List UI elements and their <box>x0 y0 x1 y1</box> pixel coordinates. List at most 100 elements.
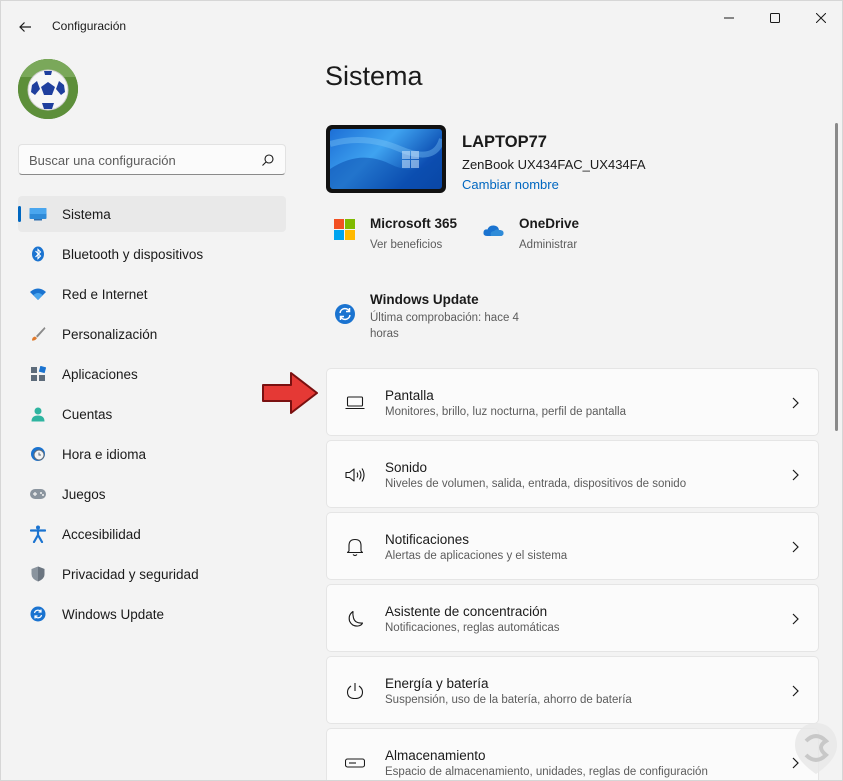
accessibility-icon <box>29 525 47 543</box>
chevron-right-icon <box>792 685 799 697</box>
tile-title: Microsoft 365 <box>370 216 458 231</box>
sidebar-item-bluetooth[interactable]: Bluetooth y dispositivos <box>18 236 286 272</box>
tile-subtitle: Ver beneficios <box>370 239 443 251</box>
search-box[interactable] <box>18 144 286 175</box>
person-icon <box>29 406 47 422</box>
windows-update-tile[interactable]: Windows Update Última comprobación: hace… <box>334 292 544 345</box>
tile-title: Windows Update <box>370 292 479 307</box>
settings-window: Configuración Buscar una configuración S… <box>0 0 843 781</box>
device-model: ZenBook UX434FAC_UX434FA <box>462 157 646 172</box>
device-image <box>326 125 446 193</box>
card-subtitle: Espacio de almacenamiento, unidades, reg… <box>385 766 708 778</box>
card-almacenamiento[interactable]: Almacenamiento Espacio de almacenamiento… <box>326 728 819 780</box>
brush-icon <box>29 326 47 342</box>
close-icon <box>816 13 826 23</box>
tile-title: OneDrive <box>519 216 580 231</box>
sidebar-item-hora[interactable]: Hora e idioma <box>18 436 286 472</box>
sidebar-item-label: Aplicaciones <box>62 367 138 382</box>
chevron-right-icon <box>792 541 799 553</box>
rename-link[interactable]: Cambiar nombre <box>462 177 559 192</box>
sidebar-item-personalizacion[interactable]: Personalización <box>18 316 286 352</box>
card-subtitle: Notificaciones, reglas automáticas <box>385 622 560 634</box>
card-title: Energía y batería <box>385 676 489 691</box>
search-input[interactable] <box>29 151 254 169</box>
speaker-icon <box>344 465 366 485</box>
bluetooth-icon <box>29 246 47 262</box>
card-subtitle: Niveles de volumen, salida, entrada, dis… <box>385 478 687 490</box>
sidebar-item-label: Bluetooth y dispositivos <box>62 247 204 262</box>
cloud-icon <box>483 225 504 236</box>
sidebar-item-cuentas[interactable]: Cuentas <box>18 396 286 432</box>
sidebar-item-juegos[interactable]: Juegos <box>18 476 286 512</box>
chevron-right-icon <box>792 469 799 481</box>
back-button[interactable] <box>11 13 39 41</box>
sidebar-item-red[interactable]: Red e Internet <box>18 276 286 312</box>
sidebar-item-label: Personalización <box>62 327 158 342</box>
title-bar: Configuración <box>1 1 842 51</box>
tile-subtitle: Administrar <box>519 239 578 251</box>
microsoft-365-tile[interactable]: Microsoft 365 Ver beneficios <box>334 216 464 259</box>
scrollbar-thumb[interactable] <box>835 123 838 431</box>
sidebar-item-label: Windows Update <box>62 607 165 622</box>
shield-icon <box>29 566 47 582</box>
card-title: Notificaciones <box>385 532 470 547</box>
sidebar-item-label: Hora e idioma <box>62 447 147 462</box>
sync-icon <box>335 304 355 324</box>
tile-subtitle: Última comprobación: hace 4 <box>370 312 519 324</box>
card-title: Sonido <box>385 460 428 475</box>
chevron-right-icon <box>792 397 799 409</box>
sidebar-item-label: Juegos <box>62 487 106 502</box>
red-arrow-annotation <box>262 372 318 414</box>
card-title: Pantalla <box>385 388 434 403</box>
sidebar-item-windows-update[interactable]: Windows Update <box>18 596 286 632</box>
card-asistente-concentracion[interactable]: Asistente de concentración Notificacione… <box>326 584 819 652</box>
card-energia-bateria[interactable]: Energía y batería Suspensión, uso de la … <box>326 656 819 724</box>
maximize-icon <box>770 13 780 23</box>
page-title: Sistema <box>325 61 423 91</box>
wifi-icon <box>29 286 47 302</box>
sidebar-item-label: Privacidad y seguridad <box>62 567 199 582</box>
microsoft-logo-icon <box>334 219 355 240</box>
minimize-button[interactable] <box>706 1 752 35</box>
monitor-icon <box>29 206 47 222</box>
sidebar-item-label: Sistema <box>62 207 111 222</box>
card-subtitle: Suspensión, uso de la batería, ahorro de… <box>385 694 632 706</box>
sidebar-item-sistema[interactable]: Sistema <box>18 196 286 232</box>
search-icon[interactable] <box>261 153 275 167</box>
tile-subtitle-line2: horas <box>370 328 399 340</box>
card-sonido[interactable]: Sonido Niveles de volumen, salida, entra… <box>326 440 819 508</box>
bell-icon <box>344 537 366 557</box>
moon-icon <box>344 609 366 629</box>
card-title: Almacenamiento <box>385 748 486 763</box>
sidebar-item-label: Red e Internet <box>62 287 148 302</box>
display-icon <box>344 393 366 413</box>
card-notificaciones[interactable]: Notificaciones Alertas de aplicaciones y… <box>326 512 819 580</box>
windows-logo-icon <box>330 137 442 189</box>
sidebar-item-label: Cuentas <box>62 407 113 422</box>
app-title: Configuración <box>52 19 127 33</box>
card-subtitle: Monitores, brillo, luz nocturna, perfil … <box>385 406 626 418</box>
card-subtitle: Alertas de aplicaciones y el sistema <box>385 550 568 562</box>
settings-list: Pantalla Monitores, brillo, luz nocturna… <box>326 368 819 780</box>
sidebar-nav: Sistema Bluetooth y dispositivos Red e I… <box>18 196 286 636</box>
user-avatar[interactable] <box>18 59 78 119</box>
sidebar-item-label: Accesibilidad <box>62 527 141 542</box>
card-pantalla[interactable]: Pantalla Monitores, brillo, luz nocturna… <box>326 368 819 436</box>
minimize-icon <box>724 17 734 19</box>
sidebar-item-privacidad[interactable]: Privacidad y seguridad <box>18 556 286 592</box>
sidebar-item-aplicaciones[interactable]: Aplicaciones <box>18 356 286 392</box>
sync-icon <box>29 606 47 622</box>
chevron-right-icon <box>792 613 799 625</box>
card-title: Asistente de concentración <box>385 604 548 619</box>
watermark-logo-icon <box>795 723 837 774</box>
gamepad-icon <box>29 486 47 502</box>
apps-icon <box>29 366 47 382</box>
storage-icon <box>344 753 366 773</box>
maximize-button[interactable] <box>752 1 798 35</box>
device-name: LAPTOP77 <box>462 133 547 151</box>
close-button[interactable] <box>798 1 842 35</box>
sidebar-item-accesibilidad[interactable]: Accesibilidad <box>18 516 286 552</box>
onedrive-tile[interactable]: OneDrive Administrar <box>483 216 613 259</box>
power-icon <box>344 681 366 701</box>
soccer-ball-icon <box>18 59 78 119</box>
